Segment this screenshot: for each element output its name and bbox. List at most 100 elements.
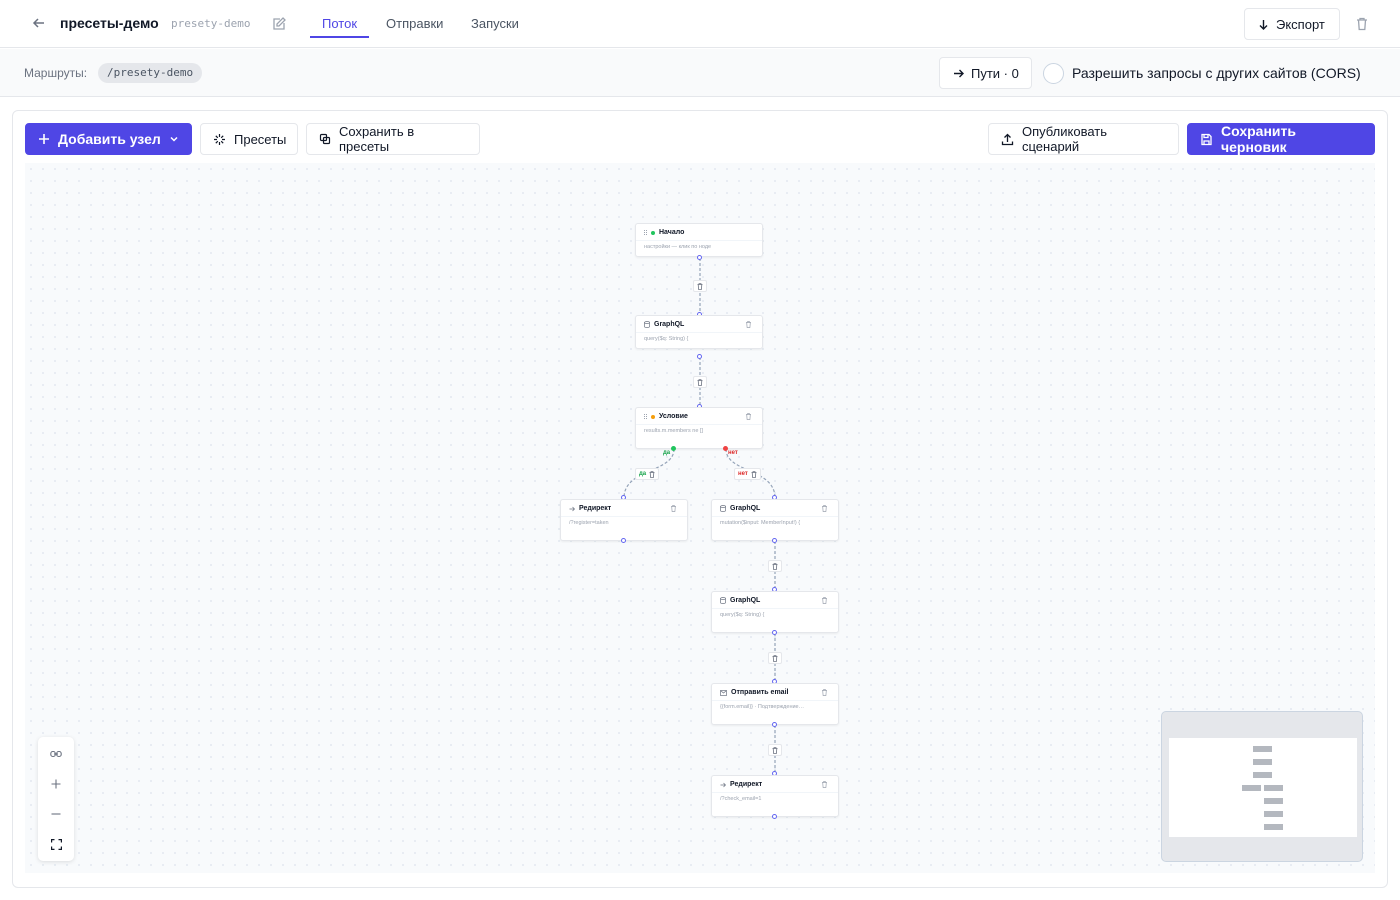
node-divider <box>712 792 838 793</box>
paths-label: Пути · 0 <box>971 65 1019 81</box>
cors-checkbox[interactable] <box>1043 63 1064 84</box>
tab-runs[interactable]: Запуски <box>471 16 519 31</box>
edge-delete-button[interactable] <box>693 376 707 388</box>
edge-no-label: нет <box>738 471 748 477</box>
minimap-node <box>1242 785 1261 791</box>
routes-bar: Маршруты: /presety-demo Пути · 0 Разреши… <box>0 49 1400 97</box>
flow-node-redirect-taken[interactable]: Редирект /?register=taken <box>560 499 688 541</box>
node-output-handle[interactable] <box>772 630 777 635</box>
trash-icon <box>751 470 757 478</box>
chevron-down-icon <box>170 136 178 142</box>
flow-node-graphql-query-2[interactable]: GraphQL query($q: String) { <box>711 591 839 633</box>
save-presets-label: Сохранить в пресеты <box>339 124 415 154</box>
tab-submissions[interactable]: Отправки <box>386 16 443 31</box>
flow-node-graphql-mutation[interactable]: GraphQL mutation($input: MemberInput!) { <box>711 499 839 541</box>
zoom-in-button[interactable] <box>38 769 74 799</box>
node-body: /?register=taken <box>569 520 609 526</box>
sparkle-icon <box>214 133 225 145</box>
plus-icon <box>51 779 61 789</box>
node-header: GraphQL <box>644 321 684 328</box>
minimap-node <box>1253 772 1272 778</box>
node-output-handle[interactable] <box>697 255 702 260</box>
minimap[interactable] <box>1161 711 1363 862</box>
node-body: mutation($input: MemberInput!) { <box>720 520 801 526</box>
trash-icon <box>649 470 655 478</box>
node-output-handle[interactable] <box>697 354 702 359</box>
node-body: query($q: String) { <box>720 612 765 618</box>
save-draft-button[interactable]: Сохранить черновик <box>1187 123 1375 155</box>
minimap-viewport[interactable] <box>1169 738 1357 837</box>
node-header: Отправить email <box>720 689 788 696</box>
grip-icon[interactable] <box>644 414 647 419</box>
trash-icon <box>772 654 778 662</box>
edge-delete-button[interactable] <box>768 652 782 664</box>
route-chip[interactable]: /presety-demo <box>98 63 203 83</box>
node-output-handle[interactable] <box>772 538 777 543</box>
page-slug: presety-demo <box>171 17 251 30</box>
node-delete-icon[interactable] <box>745 413 752 420</box>
routes-label: Маршруты: <box>24 66 88 80</box>
node-delete-icon[interactable] <box>821 781 828 788</box>
tab-flow[interactable]: Поток <box>322 16 357 31</box>
database-icon <box>720 597 726 604</box>
add-node-button[interactable]: Добавить узел <box>25 123 192 155</box>
flow-node-send-email[interactable]: Отправить email {{form.email}} · Подтвер… <box>711 683 839 725</box>
node-divider <box>561 516 687 517</box>
node-body: /?check_email=1 <box>720 796 762 802</box>
flow-node-start[interactable]: Начало настройки — клик по ноде <box>635 223 763 257</box>
branch-yes-handle[interactable] <box>671 446 676 451</box>
node-divider <box>636 424 762 425</box>
plus-icon <box>39 134 49 144</box>
minimap-node <box>1264 785 1283 791</box>
edge-delete-button[interactable] <box>768 744 782 756</box>
node-header: Начало <box>644 229 684 236</box>
edge-no-pill[interactable]: нет <box>734 468 761 480</box>
cors-label[interactable]: Разрешить запросы с других сайтов (CORS) <box>1072 65 1361 81</box>
node-delete-icon[interactable] <box>821 689 828 696</box>
node-output-handle[interactable] <box>621 538 626 543</box>
flow-node-condition[interactable]: Условие results.m.members ne [] <box>635 407 763 449</box>
trash-icon <box>697 282 703 290</box>
export-label: Экспорт <box>1276 16 1325 32</box>
edge-delete-button[interactable] <box>768 560 782 572</box>
presets-label: Пресеты <box>234 131 287 147</box>
minus-icon <box>51 813 61 815</box>
edit-icon[interactable] <box>271 16 287 32</box>
node-divider <box>636 332 762 333</box>
save-presets-button[interactable]: Сохранить в пресеты <box>306 123 480 155</box>
node-title: GraphQL <box>654 321 685 328</box>
node-delete-icon[interactable] <box>821 597 828 604</box>
back-arrow-icon[interactable] <box>30 14 48 32</box>
edge-yes-pill[interactable]: да <box>635 468 660 480</box>
node-body: query($q: String) { <box>644 336 689 342</box>
node-divider <box>712 608 838 609</box>
node-delete-icon[interactable] <box>821 505 828 512</box>
minimap-node <box>1264 824 1283 830</box>
publish-button[interactable]: Опубликовать сценарий <box>988 123 1179 155</box>
trash-icon <box>772 746 778 754</box>
presets-button[interactable]: Пресеты <box>200 123 298 155</box>
fit-view-button[interactable] <box>38 829 74 859</box>
minimap-node <box>1264 811 1283 817</box>
trash-icon[interactable] <box>1354 16 1370 32</box>
active-tab-indicator <box>310 36 369 38</box>
link-toggle-button[interactable] <box>38 739 74 769</box>
node-delete-icon[interactable] <box>745 321 752 328</box>
node-output-handle[interactable] <box>772 722 777 727</box>
edge-delete-button[interactable] <box>693 280 707 292</box>
node-divider <box>712 516 838 517</box>
node-output-handle[interactable] <box>772 814 777 819</box>
database-icon <box>644 321 650 328</box>
zoom-out-button[interactable] <box>38 799 74 829</box>
flow-node-redirect-check-email[interactable]: Редирект /?check_email=1 <box>711 775 839 817</box>
node-title: Редирект <box>730 781 763 788</box>
flow-node-graphql-query[interactable]: GraphQL query($q: String) { <box>635 315 763 349</box>
node-delete-icon[interactable] <box>670 505 677 512</box>
save-draft-label: Сохранить черновик <box>1221 123 1296 155</box>
grip-icon[interactable] <box>644 230 647 235</box>
node-title: Редирект <box>579 505 612 512</box>
export-button[interactable]: Экспорт <box>1244 8 1340 40</box>
page-title: пресеты-демо <box>60 15 159 31</box>
paths-button[interactable]: Пути · 0 <box>939 57 1032 89</box>
node-title: GraphQL <box>730 505 761 512</box>
